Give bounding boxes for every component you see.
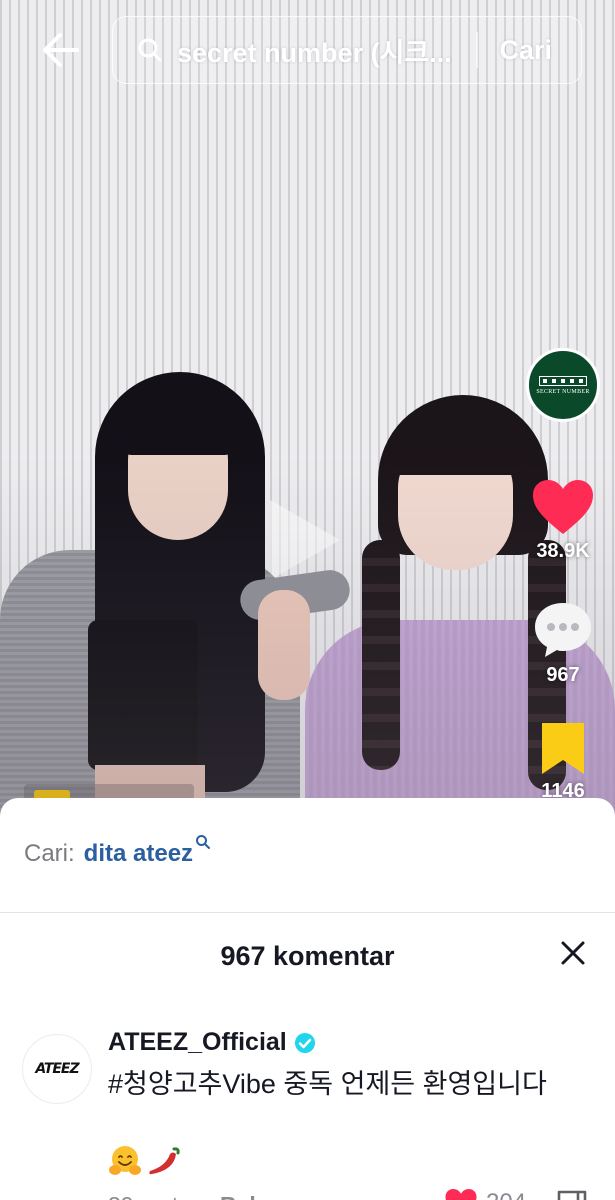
- logo-icon: [539, 375, 587, 386]
- comment-button[interactable]: 967: [522, 600, 604, 687]
- related-search-term[interactable]: dita ateez: [84, 840, 193, 868]
- video-frame-person-left-face: [128, 415, 228, 540]
- close-icon: [561, 941, 585, 965]
- reply-button[interactable]: Balas: [220, 1192, 281, 1200]
- like-button[interactable]: 38.9K: [522, 478, 604, 563]
- bookmark-icon: [542, 723, 584, 774]
- video-frame-person-left-bangs: [122, 395, 234, 455]
- thumbs-down-icon: [557, 1190, 587, 1200]
- comment-emojis: [108, 1144, 182, 1178]
- video-frame-hand: [258, 590, 310, 700]
- bookmark-button[interactable]: 1146: [522, 720, 604, 803]
- video-player[interactable]: [0, 0, 615, 830]
- search-bar[interactable]: secret number (시크... Cari: [112, 16, 582, 84]
- video-frame-person-left-top: [88, 620, 198, 770]
- video-frame-person-right-braid-left: [362, 540, 400, 770]
- sound-avatar-label: SECRET NUMBER: [536, 388, 590, 395]
- comment-icon: [535, 603, 591, 657]
- verified-badge-icon: [294, 1032, 315, 1053]
- back-button[interactable]: [36, 28, 84, 72]
- comment-dislike-button[interactable]: [556, 1188, 588, 1200]
- heart-icon: [445, 1189, 477, 1200]
- comments-sheet: Cari: dita ateez 967 komentar ATEEZ ATEE…: [0, 798, 615, 1200]
- video-frame-person-right-face: [398, 440, 513, 570]
- search-query[interactable]: secret number (시크...: [177, 31, 462, 70]
- comment-count: 967: [546, 664, 580, 686]
- chili-pepper-icon: [149, 1147, 180, 1175]
- video-frame-person-left-hair: [95, 372, 265, 792]
- comment-item: ATEEZ ATEEZ_Official #청양고추Vibe 중독 언제든 환영…: [0, 1028, 615, 1200]
- heart-icon: [533, 480, 593, 534]
- avatar-logo-text: ATEEZ: [35, 1061, 79, 1077]
- divider: [0, 912, 615, 913]
- search-divider: [476, 32, 478, 68]
- hugging-face-icon: [109, 1146, 141, 1175]
- related-search[interactable]: Cari: dita ateez: [24, 835, 211, 868]
- arrow-left-icon: [43, 33, 79, 67]
- comment-username[interactable]: ATEEZ_Official: [108, 1028, 287, 1057]
- related-search-label: Cari:: [24, 840, 75, 867]
- search-submit-button[interactable]: Cari: [500, 35, 553, 66]
- comment-text: #청양고추Vibe 중독 언제든 환영입니다: [108, 1069, 547, 1099]
- comments-title: 967 komentar: [220, 941, 395, 971]
- search-icon: [137, 36, 165, 64]
- play-icon: [270, 500, 340, 580]
- avatar[interactable]: ATEEZ: [22, 1034, 92, 1104]
- comment-like-button[interactable]: 204: [444, 1188, 526, 1200]
- search-icon: [196, 835, 211, 849]
- video-frame-person-right-bangs: [388, 410, 523, 475]
- video-frame-person-left-cardigan: [0, 550, 300, 830]
- close-button[interactable]: [556, 936, 590, 970]
- comment-timestamp: 39 mnt: [108, 1192, 178, 1200]
- comment-username-row[interactable]: ATEEZ_Official: [108, 1028, 316, 1057]
- like-count: 38.9K: [536, 540, 590, 562]
- sound-avatar[interactable]: SECRET NUMBER: [526, 348, 600, 422]
- video-frame-arm: [237, 567, 353, 623]
- comment-like-count: 204: [486, 1189, 526, 1200]
